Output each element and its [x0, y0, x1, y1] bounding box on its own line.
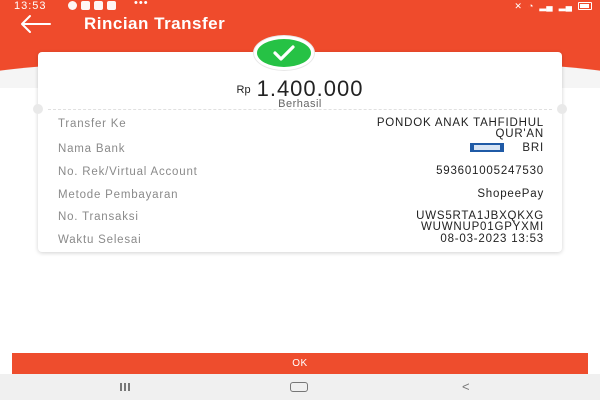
detail-value: UWS5RTA1JBXQKXG WUWNUP01GPYXMI	[416, 210, 544, 233]
page-title: Rincian Transfer	[84, 14, 226, 33]
detail-value: 08-03-2023 13:53	[440, 233, 544, 245]
shopee-notification-icon	[68, 1, 77, 10]
mute-icon: ✕	[514, 1, 522, 11]
arrow-left-icon	[21, 15, 51, 33]
back-button[interactable]	[18, 12, 54, 36]
android-nav-bar: <	[0, 374, 600, 400]
detail-label: Nama Bank	[58, 143, 126, 155]
card-notch-left	[33, 104, 43, 114]
detail-value: 593601005247530	[436, 165, 544, 177]
card-notch-right	[557, 104, 567, 114]
detail-label: Waktu Selesai	[58, 234, 142, 246]
detail-label: Transfer Ke	[58, 118, 127, 130]
detail-value: PONDOK ANAK TAHFIDHUL QUR'AN	[376, 117, 544, 140]
status-right-icons: ✕ ◔ ▂▄ ▂▄	[514, 0, 592, 12]
detail-value: ShopeePay	[477, 188, 544, 200]
signal-icon: ▂▄	[539, 1, 553, 11]
checkmark-icon	[273, 45, 295, 61]
wifi-icon: ◔	[527, 1, 534, 11]
message-notification-icon	[94, 1, 103, 10]
success-badge	[254, 36, 314, 70]
status-bar: 13:53 ••• ✕ ◔ ▂▄ ▂▄	[0, 0, 600, 12]
dashed-divider	[48, 109, 552, 110]
nav-back-icon[interactable]: <	[462, 379, 470, 394]
ok-button[interactable]: OK	[12, 353, 588, 374]
home-icon[interactable]	[290, 382, 308, 392]
transfer-receipt-card: Rp 1.400.000 Berhasil Transfer Ke PONDOK …	[33, 52, 567, 252]
detail-label: Metode Pembayaran	[58, 189, 179, 201]
detail-value: BRI	[470, 142, 544, 154]
bri-logo-icon	[470, 143, 505, 152]
status-app-icons	[68, 1, 116, 10]
detail-label: No. Transaksi	[58, 211, 139, 223]
more-notifications-icon: •••	[134, 0, 149, 9]
battery-icon	[578, 2, 592, 10]
gallery-notification-icon	[81, 1, 90, 10]
detail-label: No. Rek/Virtual Account	[58, 166, 198, 178]
amount-currency: Rp	[236, 84, 251, 96]
status-time: 13:53	[14, 0, 47, 12]
recent-apps-icon[interactable]	[120, 383, 132, 391]
signal-icon: ▂▄	[558, 1, 572, 11]
app-notification-icon	[107, 1, 116, 10]
